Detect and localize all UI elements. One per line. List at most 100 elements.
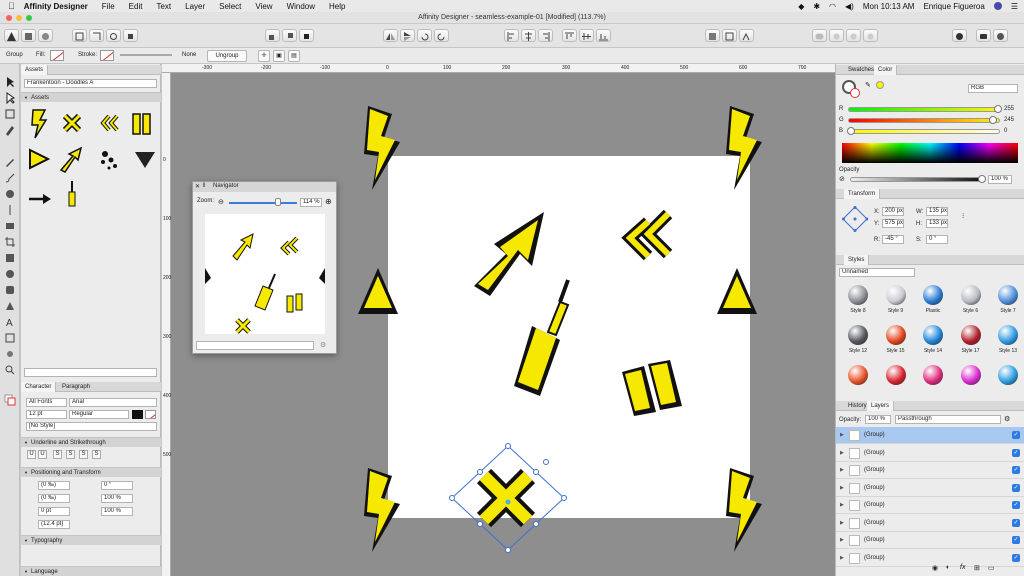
shear-field[interactable]: 0 ° <box>101 481 133 490</box>
layer-row[interactable]: ▶ (Group) ✓ <box>836 427 1024 444</box>
r-value[interactable]: 255 <box>1004 106 1014 112</box>
pen-tool-icon[interactable] <box>4 124 16 136</box>
double-strike-button[interactable]: S <box>79 450 88 459</box>
text-tool-icon[interactable]: A <box>4 316 16 328</box>
zoom-in-icon[interactable]: ⊕ <box>325 197 332 206</box>
boolean-subtract-icon[interactable] <box>829 29 844 42</box>
show-handles-icon[interactable]: ▣ <box>273 50 285 62</box>
boolean-divide-icon[interactable] <box>863 29 878 42</box>
fill-swatch[interactable] <box>50 50 64 61</box>
boolean-add-icon[interactable] <box>812 29 827 42</box>
transparency-tool-icon[interactable] <box>4 204 16 216</box>
menu-window[interactable]: Window <box>287 2 315 11</box>
view-mode-icon[interactable] <box>106 29 121 42</box>
styles-category-select[interactable]: Unnamed <box>839 268 915 277</box>
place-image-icon[interactable] <box>4 220 16 232</box>
document-setup-icon[interactable] <box>72 29 87 42</box>
triangle-tool-icon[interactable] <box>4 300 16 312</box>
text-highlight-swatch[interactable] <box>145 410 156 419</box>
volume-icon[interactable]: ◀) <box>845 2 854 11</box>
shear-field-transform[interactable]: 0 ° <box>926 235 948 244</box>
node-tool-icon[interactable] <box>4 92 16 104</box>
bolt-top-left[interactable] <box>364 106 400 190</box>
align-options-icon[interactable]: ▤ <box>288 50 300 62</box>
user-name[interactable]: Enrique Figueroa <box>923 2 984 11</box>
chat-icon[interactable] <box>976 29 991 42</box>
h-field[interactable]: 133 px <box>926 219 948 228</box>
move-tool-icon[interactable] <box>4 76 16 88</box>
opacity-field[interactable]: 100 % <box>988 175 1012 184</box>
layer-row[interactable]: ▶ (Group) ✓ <box>836 462 1024 479</box>
geometry-icon[interactable] <box>722 29 737 42</box>
pixel-persona-icon[interactable] <box>21 29 36 42</box>
style-preset[interactable] <box>839 360 877 398</box>
crop-tool-icon[interactable] <box>4 236 16 248</box>
font-collection-select[interactable]: All Fonts <box>26 398 67 407</box>
anchor-selector-icon[interactable] <box>842 206 868 232</box>
tab-assets[interactable]: Assets <box>21 65 49 75</box>
language-section-header[interactable]: Language <box>21 566 161 576</box>
export-persona-icon[interactable] <box>38 29 53 42</box>
layer-visibility-checkbox[interactable]: ✓ <box>1012 536 1020 544</box>
menu-text[interactable]: Text <box>156 2 171 11</box>
navigator-view-select[interactable] <box>196 341 314 350</box>
navigator-preview[interactable] <box>205 214 325 334</box>
strike-color-button[interactable]: S <box>92 450 101 459</box>
layer-row[interactable]: ▶ (Group) ✓ <box>836 532 1024 549</box>
typography-section-header[interactable]: Typography <box>21 535 161 546</box>
font-family-select[interactable]: Arial <box>69 398 157 407</box>
eyedropper-icon[interactable]: ✎ <box>865 81 871 89</box>
expand-arrow-icon[interactable]: ▶ <box>840 450 844 456</box>
align-right-icon[interactable] <box>538 29 553 42</box>
color-spectrum[interactable] <box>842 143 1018 163</box>
style-preset[interactable]: Style 9 <box>877 280 915 318</box>
align-middle-icon[interactable] <box>579 29 594 42</box>
double-underline-button[interactable]: U <box>38 450 47 459</box>
layer-row[interactable]: ▶ (Group) ✓ <box>836 497 1024 514</box>
tab-transform[interactable]: Transform <box>844 189 881 199</box>
expand-arrow-icon[interactable]: ▶ <box>840 502 844 508</box>
asset-arrow[interactable] <box>59 146 83 173</box>
transform-origin-icon[interactable]: ✛ <box>258 50 270 62</box>
asset-lightning[interactable] <box>31 109 48 139</box>
layer-options-icon[interactable]: ⚙ <box>1004 415 1010 423</box>
position-section-header[interactable]: Positioning and Transform <box>21 467 161 478</box>
lock-aspect-icon[interactable]: ⁝ <box>962 212 964 220</box>
bolt-top-right[interactable] <box>726 106 762 190</box>
b-value[interactable]: 0 <box>1004 128 1007 134</box>
settings-icon[interactable] <box>993 29 1008 42</box>
arrow-shape[interactable] <box>474 212 544 296</box>
align-top-icon[interactable] <box>562 29 577 42</box>
snapping-options-icon[interactable] <box>739 29 754 42</box>
frame-text-tool-icon[interactable] <box>4 332 16 344</box>
menu-select[interactable]: Select <box>219 2 241 11</box>
tab-character[interactable]: Character <box>21 382 57 392</box>
fill-tool-icon[interactable] <box>4 188 16 200</box>
layer-row[interactable]: ▶ (Group) ✓ <box>836 515 1024 532</box>
blue-slider-knob[interactable] <box>847 127 855 135</box>
asset-cross[interactable] <box>62 113 82 133</box>
layer-mask-icon[interactable]: ◐ <box>946 564 950 571</box>
menu-view[interactable]: View <box>255 2 272 11</box>
green-slider[interactable] <box>848 116 1000 124</box>
y-field[interactable]: 575 px <box>882 219 904 228</box>
expand-arrow-icon[interactable]: ▶ <box>840 467 844 473</box>
style-preset[interactable]: Style 7 <box>989 280 1024 318</box>
tab-swatches[interactable]: Swatches <box>844 65 878 75</box>
underline-section-header[interactable]: Underline and Strikethrough <box>21 437 161 448</box>
audio-jack-shape[interactable] <box>514 279 570 396</box>
layer-visibility-checkbox[interactable]: ✓ <box>1012 501 1020 509</box>
zoom-window-icon[interactable] <box>26 15 32 21</box>
flip-horizontal-icon[interactable] <box>383 29 398 42</box>
colour-well-icon[interactable] <box>4 394 16 406</box>
align-left-icon[interactable] <box>504 29 519 42</box>
layer-color-icon[interactable]: ◉ <box>932 564 938 572</box>
asset-pause[interactable] <box>132 113 151 135</box>
expand-arrow-icon[interactable]: ▶ <box>840 432 844 438</box>
style-preset[interactable] <box>914 360 952 398</box>
navigator-collapse-icon[interactable]: ‖ <box>203 183 205 189</box>
underline-button[interactable]: U <box>27 450 36 459</box>
style-preset[interactable]: Style 8 <box>839 280 877 318</box>
stroke-width-slider[interactable] <box>120 54 172 56</box>
layer-visibility-checkbox[interactable]: ✓ <box>1012 518 1020 527</box>
